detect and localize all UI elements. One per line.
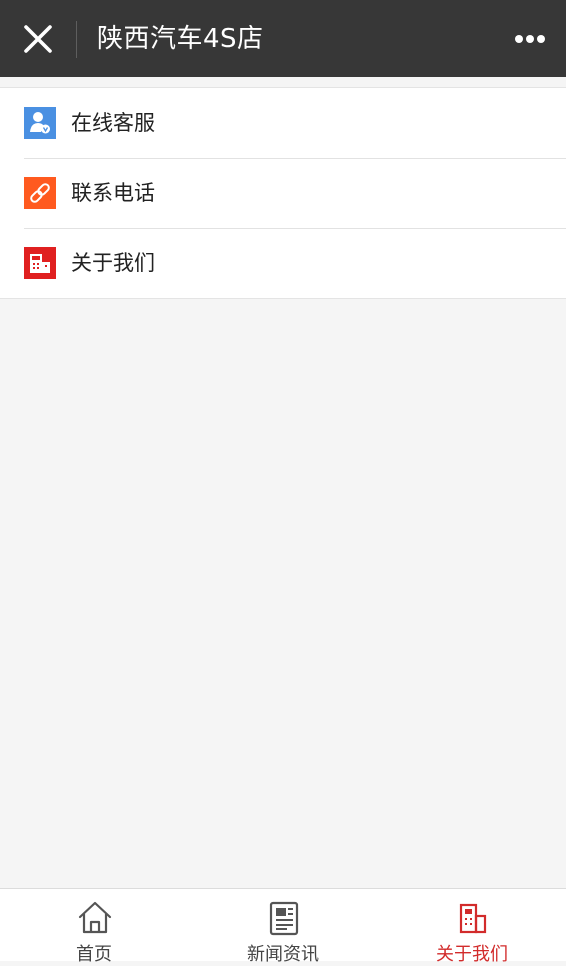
tab-label: 首页 (76, 944, 112, 965)
tab-about-us[interactable]: 关于我们 (378, 889, 566, 965)
building-icon (459, 903, 487, 934)
header-divider (76, 21, 77, 58)
tab-bar: 首页 新闻资讯 关于我们 (0, 888, 566, 965)
menu-item-label: 联系电话 (71, 181, 155, 205)
building-icon (24, 247, 56, 279)
more-dot (537, 35, 545, 43)
more-dot (526, 35, 534, 43)
news-icon (269, 901, 299, 936)
more-dot (515, 35, 523, 43)
close-icon (24, 25, 52, 53)
tab-news[interactable]: 新闻资讯 (189, 889, 377, 965)
tab-label: 新闻资讯 (247, 944, 319, 965)
more-options-button[interactable] (505, 22, 555, 56)
tab-home[interactable]: 首页 (0, 889, 188, 965)
link-icon (24, 177, 56, 209)
customer-service-icon (24, 107, 56, 139)
navigation-bar: 陕西汽车4S店 (0, 0, 566, 77)
menu-list: 在线客服 联系电话 关于我们 (0, 87, 566, 299)
menu-item-label: 在线客服 (71, 111, 155, 135)
home-icon (78, 901, 112, 934)
close-button[interactable] (18, 19, 58, 59)
page-title: 陕西汽车4S店 (97, 24, 264, 54)
menu-item-label: 关于我们 (71, 251, 155, 275)
tab-label: 关于我们 (436, 944, 508, 965)
menu-item-contact-phone[interactable]: 联系电话 (0, 158, 566, 228)
menu-item-about-us[interactable]: 关于我们 (0, 228, 566, 298)
menu-item-online-service[interactable]: 在线客服 (0, 88, 566, 158)
